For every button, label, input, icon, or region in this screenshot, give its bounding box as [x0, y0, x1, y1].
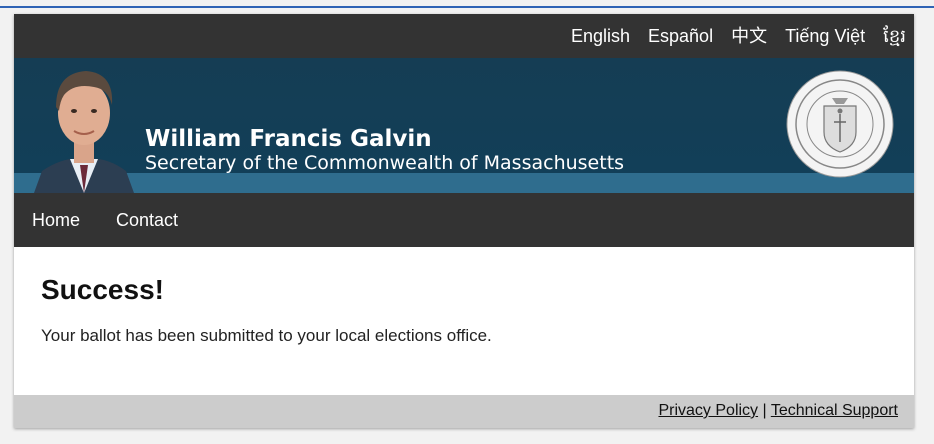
page-frame: English Español 中文 Tiếng Việt ខ្មែរ Will… [14, 14, 914, 428]
lang-chinese[interactable]: 中文 [731, 24, 767, 48]
privacy-policy-link[interactable]: Privacy Policy [658, 402, 758, 419]
lang-khmer[interactable]: ខ្មែរ [883, 24, 906, 48]
nav-contact-link[interactable]: Contact [116, 210, 178, 231]
secretary-portrait [34, 71, 134, 193]
lang-english[interactable]: English [571, 24, 630, 48]
language-bar: English Español 中文 Tiếng Việt ខ្មែរ [14, 14, 914, 58]
official-title: Secretary of the Commonwealth of Massach… [145, 152, 625, 174]
success-heading: Success! [41, 274, 164, 305]
header-banner: William Francis Galvin Secretary of the … [14, 58, 914, 193]
massachusetts-seal-icon [786, 70, 894, 178]
main-nav: Home Contact [14, 193, 914, 247]
footer: Privacy Policy | Technical Support [14, 395, 914, 428]
footer-separator: | [762, 402, 767, 419]
technical-support-link[interactable]: Technical Support [771, 402, 898, 419]
language-links: English Español 中文 Tiếng Việt ខ្មែរ [553, 24, 906, 48]
lang-vietnamese[interactable]: Tiếng Việt [785, 24, 865, 48]
confirmation-message: Your ballot has been submitted to your l… [41, 326, 492, 345]
lang-espanol[interactable]: Español [648, 24, 713, 48]
top-accent-line [0, 6, 934, 8]
nav-home-link[interactable]: Home [32, 210, 80, 231]
official-name: William Francis Galvin [145, 126, 432, 152]
footer-links: Privacy Policy | Technical Support [658, 402, 898, 420]
